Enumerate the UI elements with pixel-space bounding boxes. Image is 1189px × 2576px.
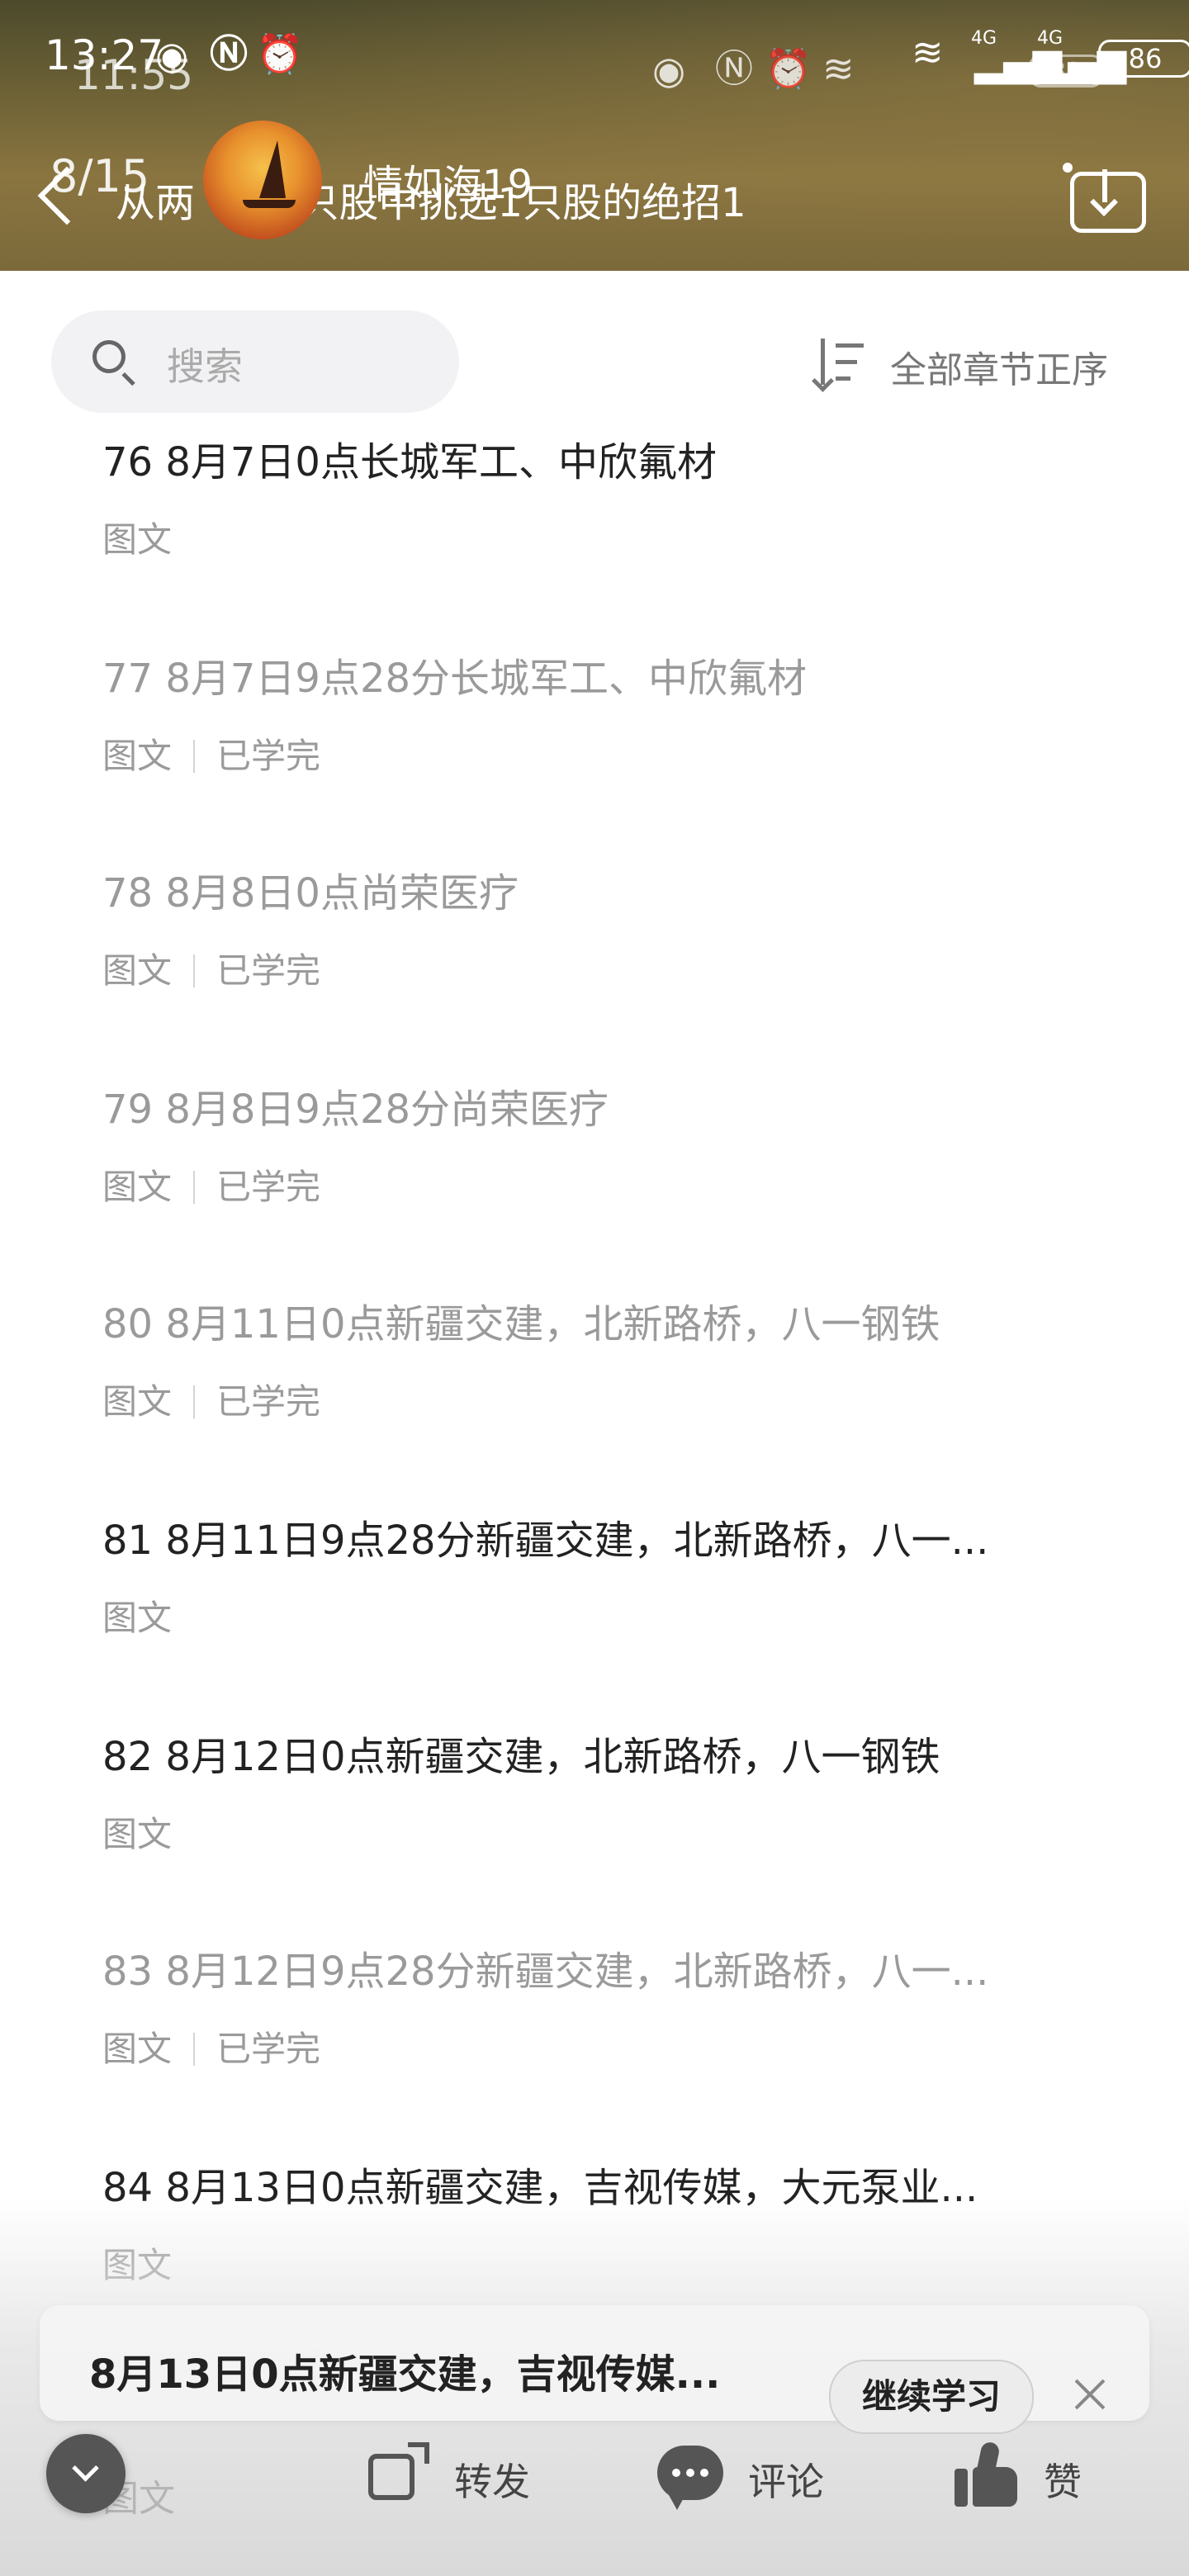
chapter-meta: 图文 已学完 bbox=[102, 1374, 320, 1424]
status-bar: 11:55 13:27 ◉ Ⓝ ⏰ ◉ Ⓝ ⏰ ≋ ≋ 4G ▂▄▆ 4G ▂▄… bbox=[0, 0, 1189, 124]
close-icon[interactable] bbox=[1073, 2378, 1106, 2411]
search-input[interactable]: 搜索 bbox=[51, 310, 459, 413]
wifi-icon: ≋ bbox=[822, 46, 855, 91]
resume-card[interactable]: 8月13日0点新疆交建，吉视传媒... 继续学习 bbox=[40, 2305, 1149, 2434]
download-icon[interactable] bbox=[1063, 163, 1146, 233]
chapter-meta: 图文 已学完 bbox=[102, 1159, 320, 1210]
share-button[interactable]: 转发 bbox=[365, 2442, 547, 2508]
list-item[interactable]: 76 8月7日0点长城军工、中欣氟材 图文 bbox=[102, 429, 1093, 594]
chapter-meta: 图文 已学完 bbox=[102, 943, 320, 993]
chapter-type: 图文 bbox=[102, 736, 173, 776]
chapter-type: 图文 bbox=[102, 2029, 173, 2069]
search-placeholder: 搜索 bbox=[167, 344, 243, 389]
chapter-status: 已学完 bbox=[216, 1381, 321, 1422]
chapter-title: 79 8月8日9点28分尚荣医疗 bbox=[102, 1087, 609, 1133]
like-button[interactable]: 赞 bbox=[955, 2441, 1095, 2508]
battery-icon: 86 bbox=[1098, 40, 1189, 78]
author-name[interactable]: 情如海19 bbox=[363, 152, 533, 210]
resume-title: 8月13日0点新疆交建，吉视传媒... bbox=[89, 2351, 721, 2398]
list-item[interactable]: 81 8月11日9点28分新疆交建，北新路桥，八一... 图文 bbox=[102, 1508, 1093, 1673]
chapter-title: 80 8月11日0点新疆交建，北新路桥，八一钢铁 bbox=[102, 1301, 940, 1347]
divider bbox=[193, 2033, 196, 2066]
nfc-icon: Ⓝ bbox=[715, 46, 753, 91]
chapter-type: 图文 bbox=[102, 1814, 173, 1854]
list-item[interactable]: 79 8月8日9点28分尚荣医疗 图文 已学完 bbox=[102, 1077, 1093, 1242]
chapter-meta: 图文 已学完 bbox=[102, 2021, 320, 2072]
sailboat-icon bbox=[259, 140, 286, 198]
thumbs-up-icon bbox=[955, 2441, 1021, 2508]
status-time: 13:27 bbox=[45, 31, 164, 79]
comment-button[interactable]: 评论 bbox=[657, 2442, 847, 2510]
list-item[interactable]: 77 8月7日9点28分长城军工、中欣氟材 图文 已学完 bbox=[102, 646, 1093, 811]
divider bbox=[193, 1385, 196, 1418]
share-icon bbox=[365, 2442, 429, 2503]
battery-icon: 88 bbox=[1029, 54, 1103, 88]
list-item[interactable]: 82 8月12日0点新疆交建，北新路桥，八一钢铁 图文 bbox=[102, 1724, 1093, 1889]
list-item[interactable]: 78 8月8日0点尚荣医疗 图文 已学完 bbox=[102, 860, 1093, 1025]
chapter-meta: 图文 bbox=[102, 1590, 172, 1641]
wifi-icon: ≋ bbox=[912, 30, 944, 74]
nfc-icon: Ⓝ bbox=[210, 31, 248, 76]
chapter-type: 图文 bbox=[102, 1598, 173, 1638]
continue-learning-button[interactable]: 继续学习 bbox=[829, 2360, 1034, 2434]
chapter-status: 已学完 bbox=[216, 950, 321, 991]
avatar[interactable] bbox=[203, 121, 322, 239]
chapter-meta: 图文 bbox=[102, 512, 172, 562]
search-icon bbox=[92, 340, 126, 373]
chapter-status: 已学完 bbox=[216, 736, 321, 776]
header: 11:55 13:27 ◉ Ⓝ ⏰ ◉ Ⓝ ⏰ ≋ ≋ 4G ▂▄▆ 4G ▂▄… bbox=[0, 0, 1189, 271]
chapter-meta: 图文 已学完 bbox=[102, 728, 320, 779]
divider bbox=[193, 1171, 196, 1204]
chevron-down-icon bbox=[72, 2455, 99, 2482]
divider bbox=[193, 740, 196, 773]
chapter-type: 图文 bbox=[102, 519, 173, 560]
chapter-title: 83 8月12日9点28分新疆交建，北新路桥，八一... bbox=[102, 1949, 989, 1995]
sort-icon bbox=[812, 339, 867, 392]
comment-icon bbox=[657, 2446, 723, 2510]
list-item[interactable]: 80 8月11日0点新疆交建，北新路桥，八一钢铁 图文 已学完 bbox=[102, 1291, 1093, 1456]
sort-label: 全部章节正序 bbox=[890, 349, 1108, 391]
eye-icon: ◉ bbox=[652, 48, 686, 92]
like-label: 赞 bbox=[1044, 2460, 1082, 2504]
chapter-status: 已学完 bbox=[216, 2029, 321, 2069]
chapter-type: 图文 bbox=[102, 1381, 173, 1422]
alarm-icon: ⏰ bbox=[765, 46, 812, 91]
chapter-title: 78 8月8日0点尚荣医疗 bbox=[102, 870, 519, 916]
share-label: 转发 bbox=[454, 2460, 530, 2504]
chapter-title: 81 8月11日9点28分新疆交建，北新路桥，八一... bbox=[102, 1518, 989, 1564]
chapter-meta: 图文 bbox=[102, 1807, 172, 1857]
alarm-icon: ⏰ bbox=[256, 31, 304, 76]
chapter-type: 图文 bbox=[102, 1167, 173, 1207]
chapter-title: 77 8月7日9点28分长城军工、中欣氟材 bbox=[102, 656, 808, 702]
chapter-title: 76 8月7日0点长城军工、中欣氟材 bbox=[102, 439, 717, 485]
divider bbox=[193, 954, 196, 987]
collapse-button[interactable] bbox=[46, 2434, 126, 2513]
chapter-title: 82 8月12日0点新疆交建，北新路桥，八一钢铁 bbox=[102, 1734, 940, 1780]
battery-level: 86 bbox=[1128, 43, 1163, 74]
chapter-type: 图文 bbox=[102, 950, 173, 991]
eye-icon: ◉ bbox=[155, 33, 189, 78]
list-item[interactable]: 83 8月12日9点28分新疆交建，北新路桥，八一... 图文 已学完 bbox=[102, 1939, 1093, 2104]
comment-label: 评论 bbox=[748, 2460, 824, 2504]
chapter-status: 已学完 bbox=[216, 1167, 321, 1207]
